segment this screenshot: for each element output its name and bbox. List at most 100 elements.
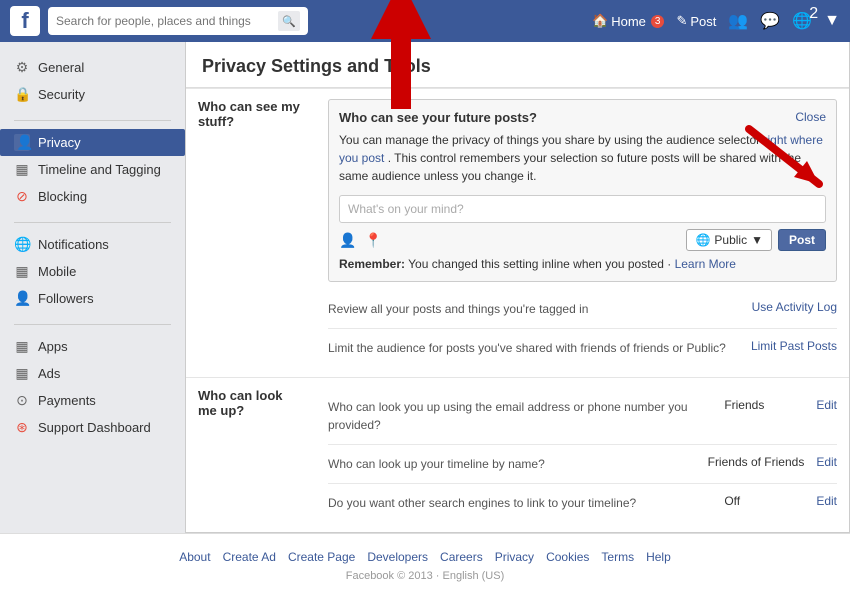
future-posts-title: Who can see your future posts? [339, 110, 537, 125]
location-icon: 📍 [364, 232, 381, 249]
future-posts-header: Who can see your future posts? Close [339, 110, 826, 125]
edit-icon: ✎ [676, 13, 687, 29]
lookup-value-0: Friends [724, 398, 804, 412]
activity-log-desc: Review all your posts and things you're … [328, 300, 740, 318]
future-posts-box: Who can see your future posts? Close You… [328, 99, 837, 282]
footer-link[interactable]: Create Page [288, 550, 355, 564]
top-navigation: f 🔍 🏠 Home 3 ✎ Post 👥 💬 🌐 2 ▼ [0, 0, 850, 42]
lookup-desc-2: Do you want other search engines to link… [328, 494, 712, 512]
lookup-content: Who can look you up using the email addr… [316, 378, 849, 533]
sidebar-divider-3 [14, 324, 171, 325]
payments-icon: ⊙ [14, 392, 30, 409]
timeline-icon: ▦ [14, 161, 30, 178]
sidebar-divider-2 [14, 222, 171, 223]
compose-actions: 🌐 Public ▼ Post [686, 229, 826, 251]
home-badge: 3 [651, 15, 665, 28]
person-icon: 👤 [339, 232, 356, 249]
limit-past-link[interactable]: Limit Past Posts [751, 339, 837, 353]
sidebar-item-payments[interactable]: ⊙ Payments [0, 387, 185, 414]
close-link[interactable]: Close [795, 110, 826, 124]
blocking-icon: ⊘ [14, 188, 30, 205]
lookup-edit-1[interactable]: Edit [816, 455, 837, 469]
lookup-row-0: Who can look you up using the email addr… [328, 388, 837, 445]
sidebar-item-timeline[interactable]: ▦ Timeline and Tagging [0, 156, 185, 183]
home-icon: 🏠 [592, 13, 608, 29]
lookup-value-1: Friends of Friends [708, 455, 805, 469]
search-button[interactable]: 🔍 [278, 11, 300, 31]
security-icon: 🔒 [14, 86, 30, 103]
lookup-edit-2[interactable]: Edit [816, 494, 837, 508]
sidebar-item-mobile[interactable]: ▦ Mobile [0, 258, 185, 285]
footer-links: About Create Ad Create Page Developers Caree… [16, 550, 834, 564]
sidebar: ⚙ General 🔒 Security 👤 Privacy ▦ Timelin… [0, 42, 185, 533]
friends-icon[interactable]: 👥 [728, 11, 748, 31]
main-container: ⚙ General 🔒 Security 👤 Privacy ▦ Timelin… [0, 42, 850, 533]
activity-log-row: Review all your posts and things you're … [328, 290, 837, 329]
globe-small-icon: 🌐 [695, 233, 710, 247]
footer-copyright: Facebook © 2013 · English (US) [16, 570, 834, 582]
learn-more-link[interactable]: Learn More [675, 257, 736, 271]
sidebar-item-notifications[interactable]: 🌐 Notifications [0, 231, 185, 258]
lookup-row-1: Who can look up your timeline by name? F… [328, 445, 837, 484]
sidebar-item-security[interactable]: 🔒 Security [0, 81, 185, 108]
footer-link[interactable]: Privacy [495, 550, 534, 564]
sidebar-section-account: ⚙ General 🔒 Security [0, 54, 185, 108]
privacy-icon: 👤 [14, 134, 30, 151]
future-posts-description: You can manage the privacy of things you… [339, 131, 826, 185]
footer-link[interactable]: Help [646, 550, 671, 564]
lookup-row: Who can look me up? Who can look you up … [186, 378, 849, 533]
lookup-row-2: Do you want other search engines to link… [328, 484, 837, 522]
sidebar-item-general[interactable]: ⚙ General [0, 54, 185, 81]
sidebar-item-blocking[interactable]: ⊘ Blocking [0, 183, 185, 210]
sidebar-section-privacy: 👤 Privacy ▦ Timeline and Tagging ⊘ Block… [0, 129, 185, 210]
search-input[interactable] [56, 14, 278, 28]
general-icon: ⚙ [14, 59, 30, 76]
page-footer: About Create Ad Create Page Developers Caree… [0, 533, 850, 598]
dropdown-chevron: ▼ [751, 233, 763, 247]
sidebar-item-apps[interactable]: ▦ Apps [0, 333, 185, 360]
apps-icon: ▦ [14, 338, 30, 355]
settings-table: Who can see my stuff? [186, 88, 849, 532]
sidebar-section-apps: ▦ Apps ▦ Ads ⊙ Payments ⊛ Support Dashbo… [0, 333, 185, 441]
dropdown-icon[interactable]: ▼ [824, 12, 840, 30]
section-label-lookup: Who can look me up? [186, 378, 316, 533]
footer-link[interactable]: About [179, 550, 210, 564]
home-link[interactable]: 🏠 Home 3 [592, 13, 664, 29]
sidebar-item-ads[interactable]: ▦ Ads [0, 360, 185, 387]
sidebar-item-privacy[interactable]: 👤 Privacy [0, 129, 185, 156]
compose-footer: 👤 📍 🌐 Public ▼ Post [339, 229, 826, 251]
activity-log-link[interactable]: Use Activity Log [752, 300, 837, 314]
sidebar-item-followers[interactable]: 👤 Followers [0, 285, 185, 312]
ads-icon: ▦ [14, 365, 30, 382]
compose-box: What's on your mind? [339, 195, 826, 223]
page-title: Privacy Settings and Tools [202, 56, 833, 77]
footer-link[interactable]: Terms [601, 550, 634, 564]
support-icon: ⊛ [14, 419, 30, 436]
search-bar[interactable]: 🔍 [48, 7, 308, 35]
post-link[interactable]: ✎ Post [676, 13, 716, 29]
footer-link[interactable]: Create Ad [223, 550, 276, 564]
sidebar-item-support[interactable]: ⊛ Support Dashboard [0, 414, 185, 441]
mobile-icon: ▦ [14, 263, 30, 280]
nav-right: 🏠 Home 3 ✎ Post 👥 💬 🌐 2 ▼ [592, 11, 840, 31]
content-header: Privacy Settings and Tools [186, 42, 849, 88]
future-posts-content: Who can see your future posts? Close You… [316, 89, 849, 378]
facebook-logo: f [10, 6, 40, 36]
audience-selector-button[interactable]: 🌐 Public ▼ [686, 229, 772, 251]
followers-icon: 👤 [14, 290, 30, 307]
post-button[interactable]: Post [778, 229, 826, 251]
globe-icon[interactable]: 🌐 2 [792, 11, 812, 31]
compose-placeholder: What's on your mind? [348, 202, 817, 216]
notifications-badge: 2 [809, 5, 818, 23]
sidebar-section-notifications: 🌐 Notifications ▦ Mobile 👤 Followers [0, 231, 185, 312]
footer-link[interactable]: Cookies [546, 550, 589, 564]
lookup-edit-0[interactable]: Edit [816, 398, 837, 412]
content-area: Privacy Settings and Tools Who can see m… [185, 42, 850, 533]
lookup-desc-1: Who can look up your timeline by name? [328, 455, 696, 473]
lookup-desc-0: Who can look you up using the email addr… [328, 398, 712, 434]
messages-icon[interactable]: 💬 [760, 11, 780, 31]
compose-icons: 👤 📍 [339, 232, 382, 249]
footer-link[interactable]: Careers [440, 550, 483, 564]
limit-past-row: Limit the audience for posts you've shar… [328, 329, 837, 367]
footer-link[interactable]: Developers [367, 550, 428, 564]
